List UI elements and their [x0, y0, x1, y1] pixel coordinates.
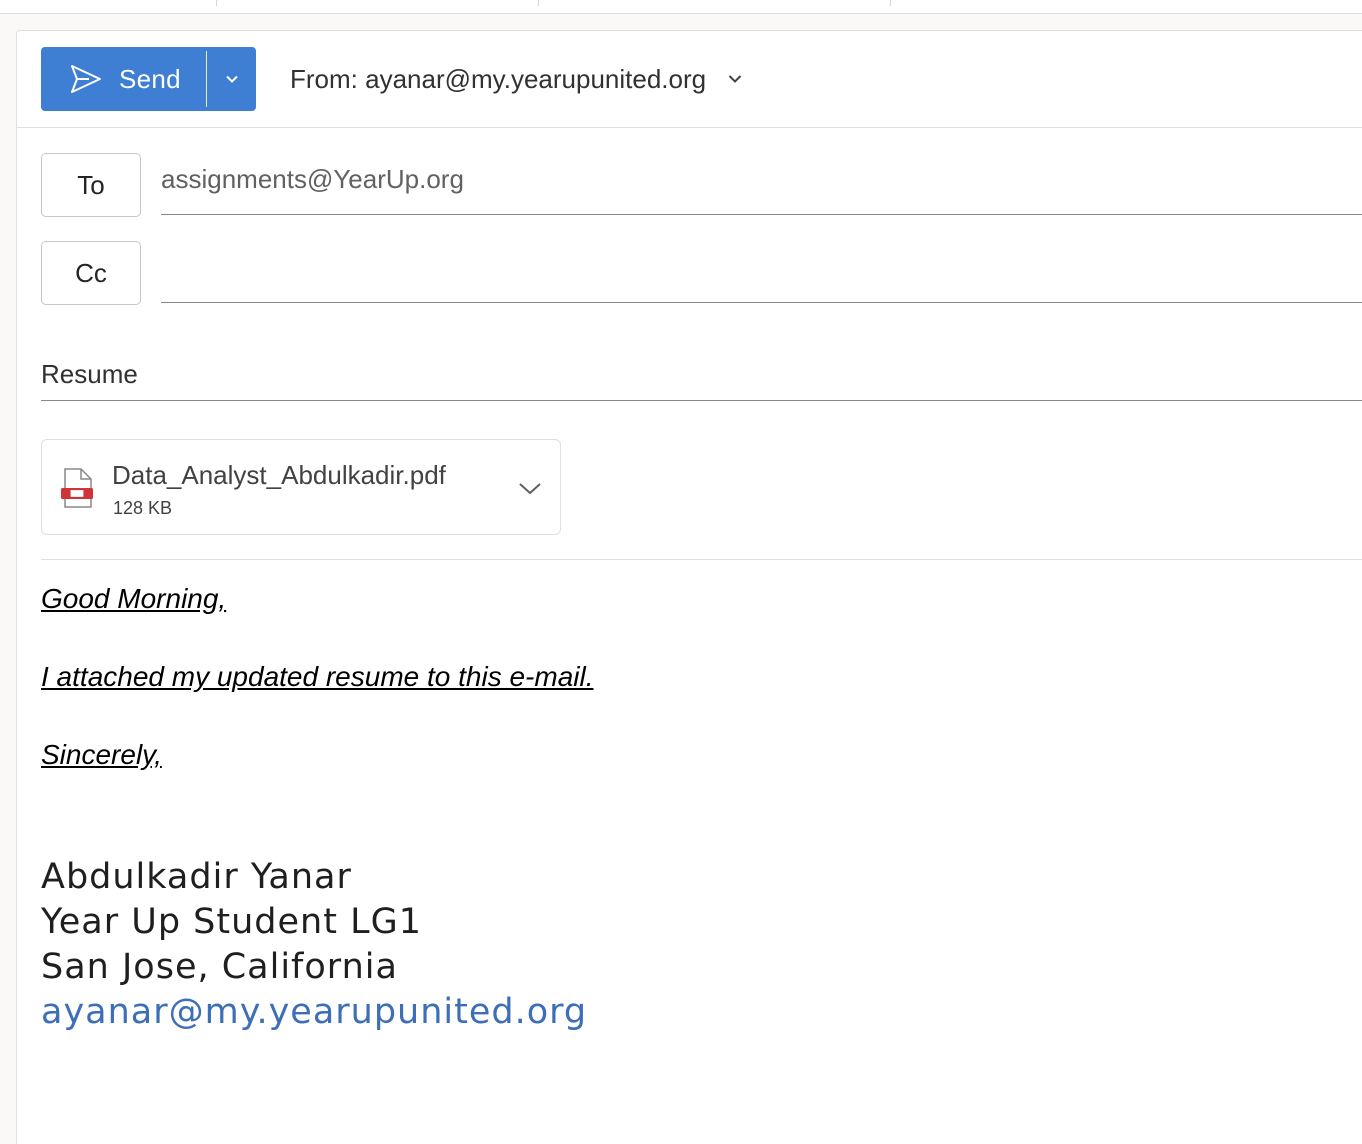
send-button-group: Send — [41, 47, 256, 111]
chevron-down-icon — [225, 75, 238, 83]
chevron-down-icon[interactable] — [516, 474, 544, 502]
header-divider — [17, 127, 1362, 128]
attachment-card[interactable]: Data_Analyst_Abdulkadir.pdf 128 KB — [41, 439, 561, 535]
body-divider — [41, 559, 1362, 560]
to-button[interactable]: To — [41, 153, 141, 217]
signature-title: Year Up Student LG1 — [41, 902, 422, 942]
from-text: From: ayanar@my.yearupunited.org — [290, 63, 707, 94]
body-greeting: Good Morning, — [41, 583, 227, 614]
signature-name: Abdulkadir Yanar — [41, 857, 352, 897]
from-selector[interactable]: From: ayanar@my.yearupunited.org — [290, 59, 744, 99]
cc-field[interactable] — [161, 241, 1362, 303]
subject-field[interactable]: Resume — [41, 349, 1362, 401]
send-options-dropdown[interactable] — [207, 47, 256, 111]
send-button[interactable]: Send — [41, 47, 206, 111]
tab-divider — [216, 0, 217, 6]
tab-divider — [538, 0, 539, 6]
to-field[interactable]: assignments@YearUp.org — [161, 153, 1362, 215]
compose-pane: Send From: ayanar@my.yearupunited.org To… — [16, 30, 1362, 1144]
top-tab-strip — [0, 0, 1362, 14]
body-message: I attached my updated resume to this e-m… — [41, 661, 594, 692]
cc-button[interactable]: Cc — [41, 241, 141, 305]
tab-divider — [890, 0, 891, 6]
attachment-filesize: 128 KB — [113, 498, 173, 518]
signature-email-link[interactable]: ayanar@my.yearupunited.org — [41, 992, 587, 1032]
send-label: Send — [119, 63, 181, 94]
signature-location: San Jose, California — [41, 947, 398, 987]
subject-text: Resume — [41, 359, 138, 389]
body-closing: Sincerely, — [41, 739, 162, 770]
to-recipient: assignments@YearUp.org — [161, 164, 464, 194]
chevron-down-icon — [728, 75, 742, 83]
attachment-filename: Data_Analyst_Abdulkadir.pdf — [112, 460, 446, 490]
pdf-file-icon — [61, 468, 93, 508]
send-icon — [71, 65, 101, 93]
